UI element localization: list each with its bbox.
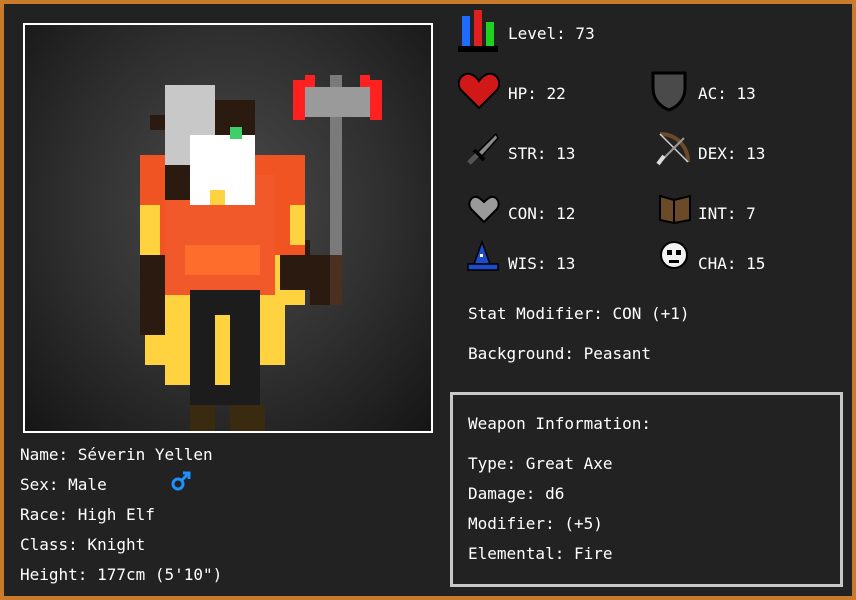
- wizard-hat-icon: [467, 240, 499, 271]
- gray-heart-icon: [468, 195, 500, 224]
- cha-label: CHA: 15: [698, 254, 766, 273]
- con-label: CON: 12: [508, 204, 576, 223]
- sword-icon: [467, 132, 499, 165]
- ac-label: AC: 13: [698, 84, 756, 103]
- race-label: Race: High Elf: [20, 505, 155, 524]
- mask-icon: [660, 241, 688, 269]
- str-label: STR: 13: [508, 144, 576, 163]
- knight-sprite: [140, 75, 382, 431]
- male-symbol-icon: [171, 471, 191, 491]
- dex-label: DEX: 13: [698, 144, 766, 163]
- bow-icon: [656, 132, 690, 166]
- wis-label: WIS: 13: [508, 254, 576, 273]
- weapon-info-heading: Weapon Information:: [468, 414, 652, 433]
- class-label: Class: Knight: [20, 535, 146, 554]
- shield-icon: [651, 71, 687, 112]
- int-label: INT: 7: [698, 204, 756, 223]
- weapon-type-label: Type: Great Axe: [468, 454, 613, 473]
- weapon-damage-label: Damage: d6: [468, 484, 565, 503]
- heart-icon: [458, 72, 500, 110]
- character-sheet-panel: Name: Séverin Yellen Sex: Male Race: Hig…: [4, 4, 852, 596]
- background-label: Background: Peasant: [468, 344, 652, 363]
- book-icon: [659, 194, 691, 224]
- level-label: Level: 73: [508, 24, 595, 43]
- name-label: Name: Séverin Yellen: [20, 445, 213, 464]
- height-label: Height: 177cm (5'10"): [20, 565, 223, 584]
- weapon-modifier-label: Modifier: (+5): [468, 514, 603, 533]
- stat-modifier-label: Stat Modifier: CON (+1): [468, 304, 690, 323]
- level-bars-icon: [458, 10, 498, 52]
- sex-label: Sex: Male: [20, 475, 107, 494]
- hp-label: HP: 22: [508, 84, 566, 103]
- character-portrait: [23, 23, 433, 433]
- weapon-elemental-label: Elemental: Fire: [468, 544, 613, 563]
